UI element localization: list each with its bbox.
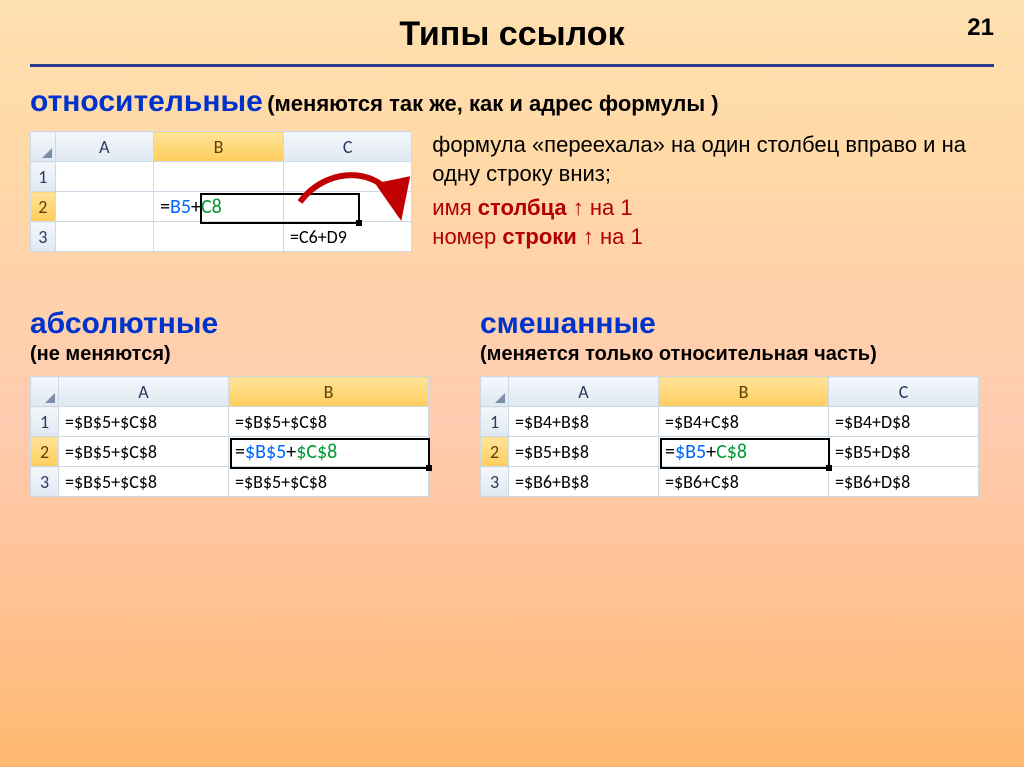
heading-relative: относительные bbox=[30, 85, 263, 118]
cell-a3: =$B6+B$8 bbox=[509, 467, 659, 497]
ref-c8: C8 bbox=[201, 195, 222, 219]
plus: + bbox=[286, 440, 296, 464]
row-2: 2 bbox=[31, 437, 59, 467]
col-c: C bbox=[284, 132, 412, 162]
grid-mixed: A B C 1 =$B4+B$8 =$B4+C$8 =$B4+D$8 2 =$B… bbox=[480, 376, 979, 497]
eq: = bbox=[160, 195, 170, 219]
page-title: Типы ссылок bbox=[30, 15, 994, 54]
note-mixed: (меняется только относительная часть) bbox=[480, 343, 994, 366]
row-3: 3 bbox=[31, 222, 56, 252]
row-1: 1 bbox=[481, 407, 509, 437]
col-b: B bbox=[659, 377, 829, 407]
cell-a2: =$B5+B$8 bbox=[509, 437, 659, 467]
ref-b5: B5 bbox=[170, 195, 191, 219]
row-2: 2 bbox=[31, 192, 56, 222]
ref-b5-mix: $B5 bbox=[675, 440, 706, 464]
col-a: A bbox=[55, 132, 153, 162]
cell-c2: =$B5+D$8 bbox=[829, 437, 979, 467]
cell-a1: =$B4+B$8 bbox=[509, 407, 659, 437]
grid-relative-wrap: A B C 1 2 =B5+C8 3 =C6+D9 bbox=[30, 131, 412, 252]
eq: = bbox=[665, 440, 675, 464]
col-b: B bbox=[154, 132, 284, 162]
row-3: 3 bbox=[31, 467, 59, 497]
ref-c8-mix: C$8 bbox=[716, 440, 747, 464]
row-1: 1 bbox=[31, 162, 56, 192]
grid-absolute: A B 1 =$B$5+$C$8 =$B$5+$C$8 2 =$B$5+$C$8… bbox=[30, 376, 429, 497]
row-3: 3 bbox=[481, 467, 509, 497]
cell-b1: =$B4+C$8 bbox=[659, 407, 829, 437]
cell-b2: =B5+C8 bbox=[154, 192, 284, 222]
row-1: 1 bbox=[31, 407, 59, 437]
plus: + bbox=[191, 195, 201, 219]
cell-a1: =$B$5+$C$8 bbox=[59, 407, 229, 437]
explain-line2: имя столбца ↑ на 1 номер строки ↑ на 1 bbox=[432, 194, 994, 251]
col-a: A bbox=[509, 377, 659, 407]
section-mixed: смешанные (меняется только относительная… bbox=[480, 307, 994, 502]
note-absolute: (не меняются) bbox=[30, 343, 450, 366]
cell-a3: =$B$5+$C$8 bbox=[59, 467, 229, 497]
cell-a2: =$B$5+$C$8 bbox=[59, 437, 229, 467]
ref-c8-abs: $C$8 bbox=[296, 440, 337, 464]
heading-absolute: абсолютные bbox=[30, 307, 450, 341]
row-2: 2 bbox=[481, 437, 509, 467]
explain-relative: формула «переехала» на один столбец впра… bbox=[432, 131, 994, 251]
eq: = bbox=[235, 440, 245, 464]
section-absolute: абсолютные (не меняются) A B 1 =$B$5+$C$… bbox=[30, 307, 450, 502]
col-b: B bbox=[229, 377, 429, 407]
grid-relative: A B C 1 2 =B5+C8 3 =C6+D9 bbox=[30, 131, 412, 252]
note-relative: (меняются так же, как и адрес формулы ) bbox=[267, 91, 718, 116]
cell-b2: =$B5+C$8 bbox=[659, 437, 829, 467]
section-relative: относительные (меняются так же, как и ад… bbox=[30, 85, 994, 119]
cell-c1: =$B4+D$8 bbox=[829, 407, 979, 437]
col-c: C bbox=[829, 377, 979, 407]
cell-b1: =$B$5+$C$8 bbox=[229, 407, 429, 437]
plus: + bbox=[706, 440, 716, 464]
cell-c3: =$B6+D$8 bbox=[829, 467, 979, 497]
corner-cell bbox=[31, 377, 59, 407]
ref-b5-abs: $B$5 bbox=[245, 440, 286, 464]
explain-line1: формула «переехала» на один столбец впра… bbox=[432, 131, 994, 188]
corner-cell bbox=[31, 132, 56, 162]
page-number: 21 bbox=[967, 14, 994, 42]
cell-b3: =$B6+C$8 bbox=[659, 467, 829, 497]
cell-b3: =$B$5+$C$8 bbox=[229, 467, 429, 497]
heading-mixed: смешанные bbox=[480, 307, 994, 341]
divider bbox=[30, 64, 994, 67]
cell-b2: =$B$5+$C$8 bbox=[229, 437, 429, 467]
col-a: A bbox=[59, 377, 229, 407]
cell-c3: =C6+D9 bbox=[284, 222, 412, 252]
corner-cell bbox=[481, 377, 509, 407]
